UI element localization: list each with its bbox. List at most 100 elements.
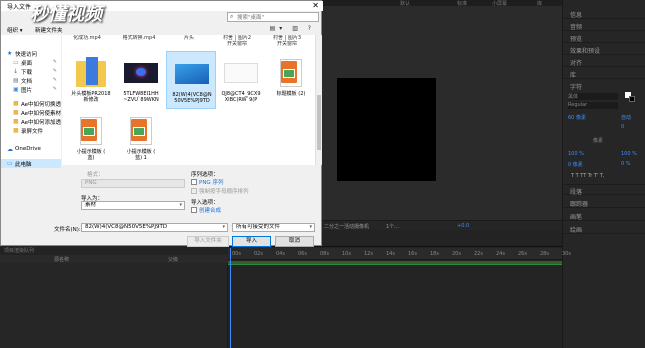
- pictures-folder-icon: ▣: [13, 86, 19, 93]
- document-icon: [124, 113, 158, 147]
- create-composition-label[interactable]: 创建合成: [199, 206, 221, 214]
- panel-preview[interactable]: 预览: [563, 32, 645, 43]
- partial-label: 村舍 | 图片2 开关窗帘: [222, 35, 252, 47]
- search-box[interactable]: ⌕: [227, 12, 319, 22]
- pin-icon: ✎: [52, 86, 57, 92]
- nav-item-label: 文档: [21, 79, 33, 85]
- file-tile[interactable]: 标题模板 (2): [266, 51, 315, 109]
- ruler-tick-label: 02s: [254, 251, 263, 257]
- panel-tracker[interactable]: 跟踪器: [563, 197, 645, 208]
- baseline-shift-value[interactable]: 0 像素: [568, 161, 583, 168]
- file-list-scrollbar[interactable]: [315, 35, 322, 165]
- nav-item-label: 此电脑: [15, 162, 32, 168]
- import-folder-button: 导入文件夹: [187, 236, 229, 247]
- close-icon[interactable]: ✕: [312, 1, 319, 10]
- text-format-buttons[interactable]: T T TT Tr T' T,: [571, 173, 605, 179]
- stroke-color-swatch[interactable]: [629, 96, 635, 102]
- file-name: 小提示模板 ( 蓝) 1: [126, 149, 156, 161]
- panel-effects-presets[interactable]: 效果和预设: [563, 44, 645, 55]
- source-name-header[interactable]: 源名称: [54, 256, 69, 263]
- ruler-tick-label: 26s: [518, 251, 527, 257]
- file-tile[interactable]: 小提示模板 ( 蓝) 1: [116, 109, 166, 165]
- cancel-button[interactable]: 取消: [275, 236, 314, 247]
- vertical-scale-value[interactable]: 100 %: [568, 151, 584, 157]
- search-input[interactable]: [237, 14, 315, 21]
- new-folder-button[interactable]: 新建文件夹: [35, 26, 63, 34]
- font-size-value[interactable]: 60 像素: [568, 114, 586, 121]
- ruler-tick-label: 16s: [408, 251, 417, 257]
- parent-header[interactable]: 父级: [168, 256, 178, 263]
- stroke-units-dropdown[interactable]: 像素: [593, 137, 603, 144]
- format-dropdown: PNG: [81, 179, 185, 188]
- file-name: 片头模板PR2018 新修改: [71, 91, 111, 103]
- views-dropdown[interactable]: 1个...: [386, 223, 399, 230]
- font-style-dropdown[interactable]: Regular: [568, 102, 618, 109]
- organize-button[interactable]: 组织 ▾: [7, 26, 23, 34]
- import-button[interactable]: 导入: [232, 236, 271, 247]
- font-family-dropdown[interactable]: 黑体: [568, 93, 618, 100]
- nav-item[interactable]: ▭ 桌面 ✎: [1, 58, 61, 67]
- nav-item-label: Ae中如何切换透: [21, 102, 61, 108]
- import-file-dialog: 导入文件 ✕ ⌕ 组织 ▾ 新建文件夹 ▤▾ ▥ ? ★快速访问▭桌面✎↓下载 ✎…: [0, 0, 323, 247]
- pin-icon: ✎: [52, 68, 57, 74]
- file-tile[interactable]: QJ8@CT4_9CX9 XIBC(RW`9(P: [216, 51, 266, 109]
- view-options-icons[interactable]: ▤▾ ▥ ?: [270, 25, 315, 32]
- file-tile[interactable]: 5TLFW8EI1HH ~ZVU`89WKN: [116, 51, 166, 109]
- current-time-indicator[interactable]: [230, 248, 231, 348]
- panel-libraries[interactable]: 库: [563, 68, 645, 79]
- nav-item[interactable]: ★ 快速访问: [1, 49, 61, 58]
- viewer-toolbar: 二分之一 活动摄像机 1个... +0.0: [322, 220, 562, 230]
- nav-item[interactable]: ■ Ae中如何切换透: [1, 99, 61, 108]
- filename-input[interactable]: 82(W)4(VC8@N50V5E%PJ9TD ▾: [81, 223, 228, 232]
- file-name: 5TLFW8EI1HH ~ZVU`89WKN: [123, 91, 159, 103]
- panel-info[interactable]: 信息: [563, 8, 645, 19]
- ruler-tick-label: 10s: [342, 251, 351, 257]
- nav-item[interactable]: ■ Ae中如何添加透: [1, 117, 61, 126]
- file-tile[interactable]: 82(W)4(VC8@N 50V5E%PJ9TD: [166, 51, 216, 109]
- exposure-value[interactable]: +0.0: [457, 223, 469, 229]
- panel-character[interactable]: 字符: [563, 80, 645, 91]
- panel-brushes[interactable]: 画笔: [563, 210, 645, 221]
- sequence-options-label: 序列选项：: [191, 172, 219, 178]
- file-list: 化成功.mp4 格式转换.mp4 片头 村舍 | 图片2 开关窗帘 村舍 | 图…: [62, 35, 315, 165]
- nav-item[interactable]: ■ Ae中如何使素材: [1, 108, 61, 117]
- layer-list[interactable]: [0, 263, 228, 348]
- time-ruler[interactable]: 00s 02s 04s 06s 08s 10s 12s 14s 16s 18s 20s 22s 24s 2…: [228, 248, 571, 260]
- file-tile[interactable]: 片头模板PR2018 新修改: [66, 51, 116, 109]
- timeline-tabs: 项目渲染队列: [0, 246, 228, 255]
- nav-item-label: 录屏文件: [21, 129, 44, 135]
- nav-item[interactable]: ▤ 文档 ✎: [1, 76, 61, 85]
- layer-header: 源名称 父级: [0, 255, 228, 263]
- nav-item[interactable]: ▣ 图片 ✎: [1, 85, 61, 94]
- panel-align[interactable]: 对齐: [563, 56, 645, 67]
- leading-value[interactable]: 自动: [621, 114, 631, 121]
- tracking-value[interactable]: 0: [621, 124, 624, 130]
- panel-paint[interactable]: 绘画: [563, 223, 645, 234]
- png-sequence-checkbox[interactable]: [191, 179, 197, 185]
- scrollbar-thumb[interactable]: [317, 95, 321, 150]
- file-type-dropdown[interactable]: 所有可接受的文件 ▾: [232, 223, 315, 232]
- download-folder-icon: ↓: [13, 68, 19, 75]
- import-as-dropdown[interactable]: 素材 ▾: [81, 201, 185, 210]
- nav-item[interactable]: ■ 录屏文件: [1, 126, 61, 135]
- png-sequence-label[interactable]: PNG 序列: [199, 178, 223, 186]
- nav-item[interactable]: ↓ 下载 ✎: [1, 67, 61, 76]
- nav-item[interactable]: ☁ OneDrive: [1, 145, 61, 154]
- partial-label: 村舍 | 图片3 开关窗帘: [272, 35, 302, 47]
- ruler-tick-label: 04s: [276, 251, 285, 257]
- create-composition-checkbox[interactable]: [191, 207, 197, 213]
- file-tile[interactable]: 小提示模板 ( 蓝): [66, 109, 116, 165]
- horizontal-scale-value[interactable]: 100 %: [621, 151, 637, 157]
- dialog-title: 导入文件: [7, 4, 32, 11]
- partial-label: 化成功.mp4: [73, 35, 101, 41]
- nav-item[interactable]: ▭ 此电脑: [1, 159, 61, 168]
- tsume-value[interactable]: 0 %: [621, 161, 631, 167]
- nav-item-label: 下载: [21, 70, 33, 76]
- timeline-track-area[interactable]: [228, 266, 562, 348]
- ruler-tick-label: 18s: [430, 251, 439, 257]
- camera-dropdown[interactable]: 活动摄像机: [344, 223, 369, 230]
- zoom-dropdown[interactable]: 二分之一: [324, 223, 344, 230]
- panel-paragraph[interactable]: 段落: [563, 184, 645, 196]
- panel-audio[interactable]: 音频: [563, 20, 645, 31]
- composition-canvas[interactable]: [337, 78, 436, 181]
